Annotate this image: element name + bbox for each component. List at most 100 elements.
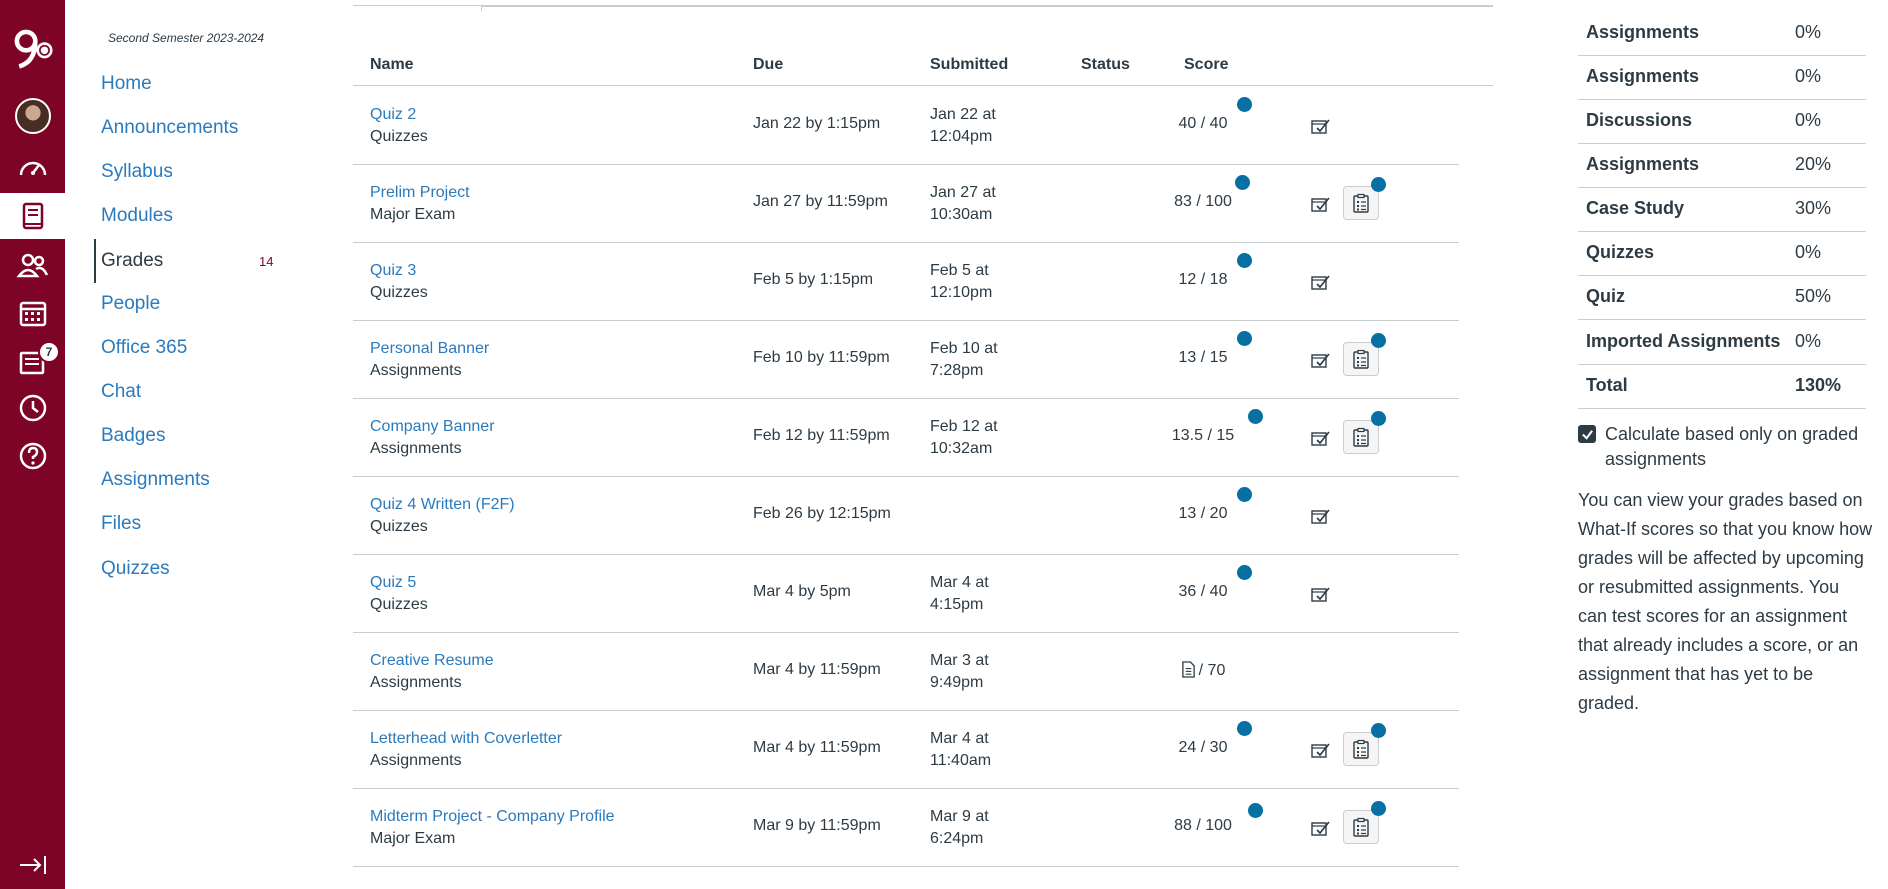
what-if-icon[interactable]	[1309, 193, 1331, 215]
submitted-time-line: 12:04pm	[930, 128, 993, 145]
assignment-link[interactable]: Quiz 2	[370, 104, 428, 126]
assignment-link[interactable]: Midterm Project - Company Profile	[370, 806, 615, 828]
assignment-name-cell: Personal Banner Assignments	[370, 338, 489, 382]
header-submitted[interactable]: Submitted	[930, 56, 1008, 74]
what-if-icon[interactable]	[1309, 817, 1331, 839]
course-nav-chat[interactable]: Chat	[101, 381, 141, 403]
courses-icon[interactable]	[0, 193, 65, 239]
table-row: Midterm Project - Company Profile Major …	[353, 789, 1459, 867]
assignment-link[interactable]: Quiz 4 Written (F2F)	[370, 494, 515, 516]
what-if-icon[interactable]	[1309, 427, 1331, 449]
course-nav-grades[interactable]: Grades	[94, 239, 163, 283]
weight-percent: 0%	[1795, 110, 1822, 130]
weight-row: Assignments 0%	[1578, 12, 1866, 56]
course-nav-modules[interactable]: Modules	[101, 205, 173, 227]
submitted-date: Mar 9 at 6:24pm	[930, 806, 1040, 850]
calculate-graded-only-label: Calculate based only on graded assignmen…	[1605, 424, 1859, 469]
assignment-link[interactable]: Creative Resume	[370, 650, 494, 672]
submitted-time-line: 10:30am	[930, 206, 993, 223]
what-if-icon[interactable]	[1309, 349, 1331, 371]
unread-score-indicator	[1235, 175, 1250, 190]
groups-icon[interactable]	[0, 243, 65, 287]
course-nav-syllabus[interactable]: Syllabus	[101, 161, 173, 183]
score: 36 / 40	[1143, 583, 1263, 601]
course-nav-assignments[interactable]: Assignments	[101, 469, 210, 491]
rubric-button[interactable]	[1343, 177, 1386, 220]
course-nav-home[interactable]: Home	[101, 73, 152, 95]
assignment-name-cell: Creative Resume Assignments	[370, 650, 494, 694]
header-status[interactable]: Status	[1081, 56, 1130, 74]
what-if-icon[interactable]	[1309, 115, 1331, 137]
submitted-date: Feb 10 at 7:28pm	[930, 338, 1040, 382]
submitted-time-line: 10:32am	[930, 440, 993, 457]
submitted-date-line: Jan 27 at	[930, 184, 996, 201]
table-row: Quiz 5 Quizzes Mar 4 by 5pm Mar 4 at 4:1…	[353, 555, 1459, 633]
due-date: Mar 9 by 11:59pm	[753, 817, 881, 834]
inbox-icon[interactable]: 7	[0, 339, 65, 383]
rubric-button[interactable]	[1343, 411, 1386, 454]
document-icon	[1181, 661, 1195, 678]
due-date: Mar 4 by 11:59pm	[753, 739, 881, 756]
submitted-date: Jan 22 at 12:04pm	[930, 104, 1040, 148]
assignment-name-cell: Midterm Project - Company Profile Major …	[370, 806, 615, 850]
checkbox-checked-icon[interactable]	[1578, 425, 1596, 443]
course-nav-office-365[interactable]: Office 365	[101, 337, 187, 359]
rubric-button[interactable]	[1343, 723, 1386, 766]
course-nav-quizzes[interactable]: Quizzes	[101, 558, 170, 580]
what-if-icon[interactable]	[1309, 739, 1331, 761]
table-row: Letterhead with Coverletter Assignments …	[353, 711, 1459, 789]
what-if-icon[interactable]	[1309, 583, 1331, 605]
calendar-icon[interactable]	[0, 291, 65, 335]
weight-row: Quiz 50%	[1578, 276, 1866, 320]
table-row: Prelim Project Major Exam Jan 27 by 11:5…	[353, 165, 1459, 243]
assignment-link[interactable]: Prelim Project	[370, 182, 470, 204]
unread-score-indicator	[1237, 331, 1252, 346]
submitted-date-line: Feb 12 at	[930, 418, 998, 435]
weight-row: Case Study 30%	[1578, 188, 1866, 232]
assignment-category: Quizzes	[370, 128, 428, 145]
due-date: Mar 4 by 11:59pm	[753, 661, 881, 678]
unread-score-indicator	[1237, 565, 1252, 580]
rubric-button[interactable]	[1343, 333, 1386, 376]
assignment-link[interactable]: Personal Banner	[370, 338, 489, 360]
unread-comment-indicator	[1371, 801, 1386, 816]
what-if-icon[interactable]	[1309, 271, 1331, 293]
rubric-button[interactable]	[1343, 801, 1386, 844]
weight-percent: 30%	[1795, 198, 1832, 218]
weight-group-name: Quizzes	[1586, 242, 1655, 262]
dashboard-icon[interactable]	[0, 146, 65, 190]
score-value: 12 / 18	[1178, 271, 1228, 288]
history-icon[interactable]	[0, 386, 65, 430]
what-if-icon[interactable]	[1309, 505, 1331, 527]
help-icon[interactable]	[0, 434, 65, 478]
assignment-link[interactable]: Letterhead with Coverletter	[370, 728, 562, 750]
score: 13 / 15	[1143, 349, 1263, 367]
weight-group-name: Imported Assignments	[1586, 331, 1781, 351]
submitted-date-line: Mar 9 at	[930, 808, 989, 825]
submitted-date: Feb 5 at 12:10pm	[930, 260, 1040, 304]
header-name[interactable]: Name	[370, 56, 414, 74]
logo-icon[interactable]	[0, 8, 65, 88]
header-due[interactable]: Due	[753, 56, 783, 74]
course-nav-badges[interactable]: Badges	[101, 425, 165, 447]
weight-percent: 0%	[1795, 66, 1822, 86]
course-nav-files[interactable]: Files	[101, 513, 141, 535]
submitted-date: Mar 4 at 11:40am	[930, 728, 1040, 772]
assignment-link[interactable]: Quiz 5	[370, 572, 428, 594]
collapse-nav-icon[interactable]	[0, 843, 65, 887]
what-if-description: You can view your grades based on What-I…	[1578, 490, 1873, 713]
assignment-link[interactable]: Quiz 3	[370, 260, 428, 282]
submitted-time-line: 11:40am	[930, 752, 992, 769]
course-nav-announcements[interactable]: Announcements	[101, 117, 238, 139]
assignment-category: Assignments	[370, 440, 462, 457]
course-nav-people[interactable]: People	[101, 293, 160, 315]
assignment-link[interactable]: Company Banner	[370, 416, 495, 438]
header-score[interactable]: Score	[1184, 56, 1228, 74]
score: 13 / 20	[1143, 505, 1263, 523]
unread-comment-indicator	[1371, 411, 1386, 426]
weight-percent: 0%	[1795, 242, 1822, 262]
table-row: Quiz 3 Quizzes Feb 5 by 1:15pm Feb 5 at …	[353, 243, 1459, 321]
assignment-name-cell: Quiz 3 Quizzes	[370, 260, 428, 304]
table-header: Name Due Submitted Status Score	[353, 54, 1493, 86]
account-avatar[interactable]	[0, 94, 65, 138]
